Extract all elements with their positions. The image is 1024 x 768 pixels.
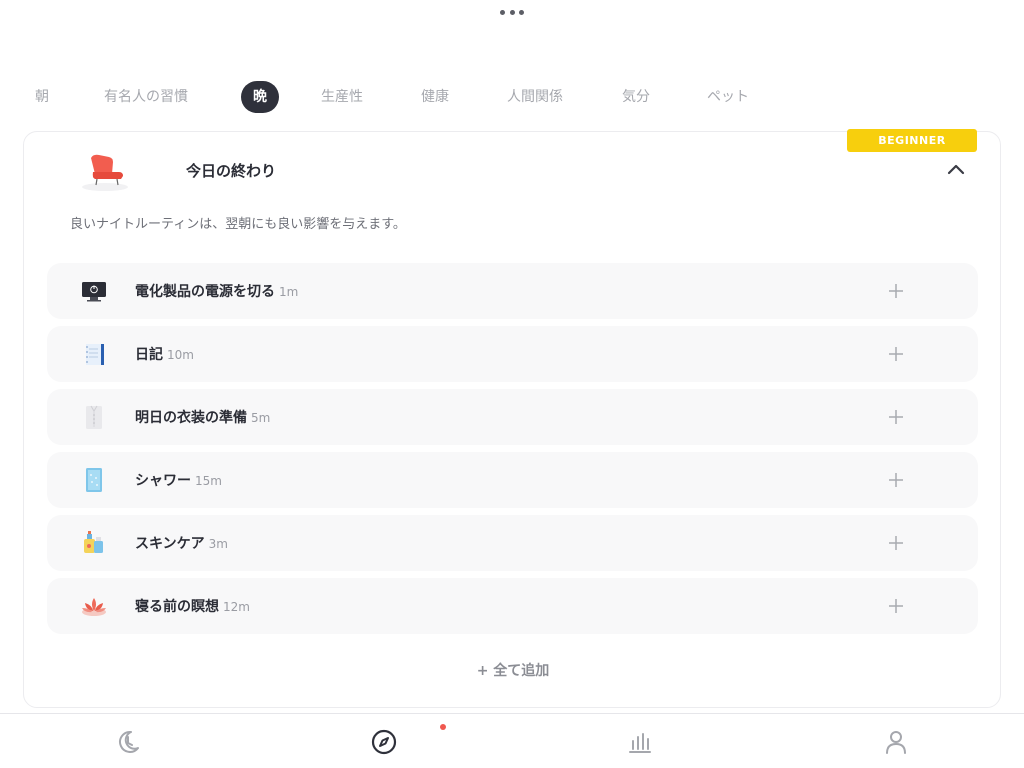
bottom-nav (0, 713, 1024, 768)
category-tabs: 朝 有名人の習慣 晩 生産性 健康 人間関係 気分 ペット (0, 81, 1024, 113)
routine-pack-card: BEGINNER 今日の終わり 良いナイトルーティンは、翌朝にも良い影響を与えま… (23, 129, 1002, 708)
compass-icon[interactable] (370, 728, 398, 756)
monitor-power-icon (80, 277, 108, 305)
skincare-icon (80, 529, 108, 557)
armchair-icon (81, 152, 133, 192)
routine-item[interactable]: 日記 10m (47, 326, 978, 382)
dot (519, 9, 524, 15)
tab-morning[interactable]: 朝 (35, 81, 49, 113)
add-icon[interactable] (886, 281, 906, 301)
bar-chart-icon[interactable] (626, 728, 654, 756)
notification-dot (440, 724, 446, 730)
routine-name: シャワー (135, 473, 191, 489)
lotus-icon (80, 592, 108, 620)
more-options-button[interactable] (500, 6, 524, 18)
dot (509, 9, 515, 15)
shower-icon (80, 466, 108, 494)
tab-celebrity-habits[interactable]: 有名人の習慣 (104, 81, 188, 113)
routine-label: 日記 10m (135, 344, 194, 364)
card-description: 良いナイトルーティンは、翌朝にも良い影響を与えます。 (70, 217, 406, 232)
tab-pets[interactable]: ペット (707, 81, 749, 113)
routine-item[interactable]: スキンケア 3m (47, 515, 978, 571)
routine-name: 寝る前の瞑想 (135, 599, 219, 615)
add-icon[interactable] (886, 407, 906, 427)
routine-item[interactable]: 明日の衣装の準備 5m (47, 389, 978, 445)
tab-mood[interactable]: 気分 (622, 81, 650, 113)
tab-productivity[interactable]: 生産性 (321, 81, 363, 113)
level-badge: BEGINNER (847, 129, 977, 152)
routine-label: 電化製品の電源を切る 1m (135, 281, 298, 301)
chevron-up-icon[interactable] (946, 162, 966, 178)
add-icon[interactable] (886, 533, 906, 553)
routine-name: 日記 (135, 347, 163, 363)
add-all-button[interactable]: + 全て追加 (24, 660, 1002, 680)
routine-duration: 15m (195, 474, 222, 488)
card-title: 今日の終わり (186, 162, 277, 180)
routine-item[interactable]: 寝る前の瞑想 12m (47, 578, 978, 634)
routine-duration: 12m (223, 600, 250, 614)
routine-duration: 5m (251, 411, 271, 425)
routine-label: 寝る前の瞑想 12m (135, 596, 250, 616)
notebook-icon (80, 340, 108, 368)
routine-name: スキンケア (135, 536, 205, 552)
add-icon[interactable] (886, 470, 906, 490)
routine-name: 電化製品の電源を切る (135, 284, 275, 300)
more-horizontal-icon (500, 9, 505, 15)
routine-label: スキンケア 3m (135, 533, 228, 553)
shirt-icon (80, 403, 108, 431)
add-icon[interactable] (886, 596, 906, 616)
moon-icon[interactable] (114, 728, 142, 756)
routine-label: 明日の衣装の準備 5m (135, 407, 270, 427)
routine-duration: 10m (167, 348, 194, 362)
routine-name: 明日の衣装の準備 (135, 410, 247, 426)
tab-evening[interactable]: 晩 (241, 81, 279, 113)
tab-relationships[interactable]: 人間関係 (507, 81, 563, 113)
tab-health[interactable]: 健康 (421, 81, 449, 113)
routine-item[interactable]: シャワー 15m (47, 452, 978, 508)
routine-label: シャワー 15m (135, 470, 222, 490)
routine-duration: 3m (208, 537, 228, 551)
person-icon[interactable] (882, 728, 910, 756)
add-icon[interactable] (886, 344, 906, 364)
routine-duration: 1m (279, 285, 299, 299)
routine-item[interactable]: 電化製品の電源を切る 1m (47, 263, 978, 319)
